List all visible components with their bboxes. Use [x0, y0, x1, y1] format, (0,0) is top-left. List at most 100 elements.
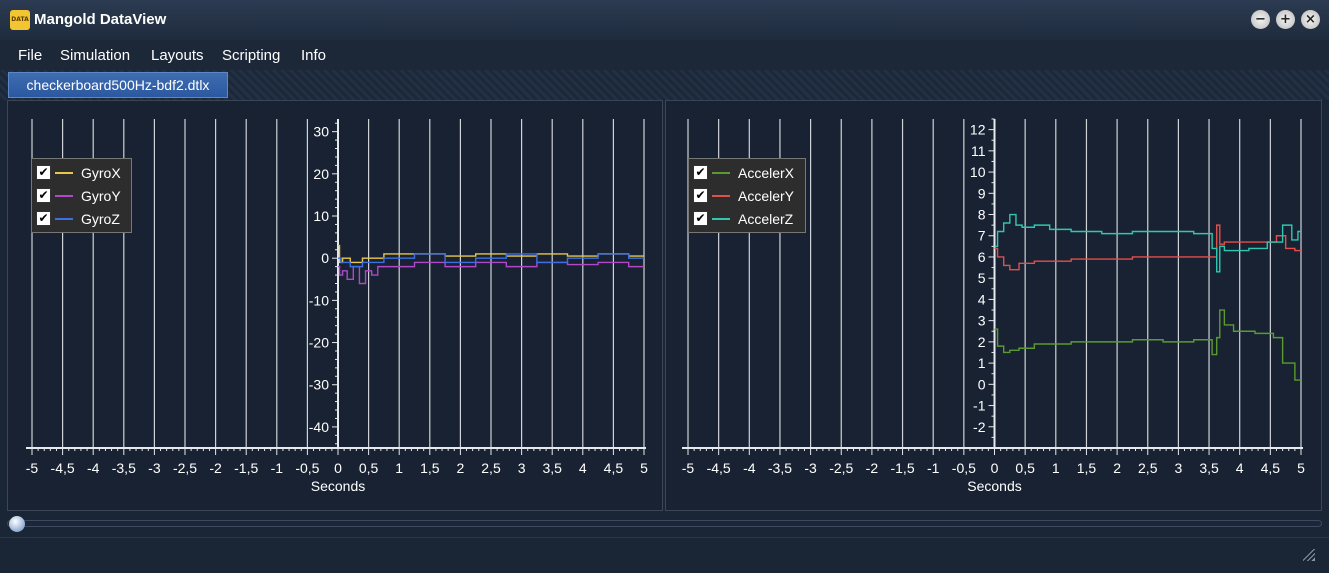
x-tick-label: 5 [1297, 460, 1305, 476]
x-tick-label: 1 [395, 460, 403, 476]
close-button[interactable]: × [1301, 10, 1320, 29]
x-tick-label: 3 [1175, 460, 1183, 476]
x-tick-label: -5 [682, 460, 695, 476]
y-tick-label: 3 [978, 313, 986, 329]
x-tick-label: 2 [457, 460, 465, 476]
legend-checkbox-gyroy[interactable]: ✔ [36, 188, 51, 203]
legend-item-gyroy[interactable]: ✔ GyroY [36, 184, 125, 207]
legend-swatch-accelery [712, 194, 730, 197]
window-title: Mangold DataView [34, 11, 167, 28]
x-tick-label: -2,5 [829, 460, 853, 476]
menu-file[interactable]: File [18, 46, 42, 66]
x-tick-label: 5 [640, 460, 648, 476]
menu-bar: File Simulation Layouts Scripting Info [0, 40, 1329, 70]
y-tick-label: 30 [313, 124, 329, 140]
y-tick-label: -20 [309, 335, 329, 351]
x-tick-label: 1 [1052, 460, 1060, 476]
legend-item-gyroz[interactable]: ✔ GyroZ [36, 207, 125, 230]
x-tick-label: 0 [334, 460, 342, 476]
x-axis-label: Seconds [311, 478, 365, 494]
legend-checkbox-accelerz[interactable]: ✔ [693, 211, 708, 226]
legend-item-accelerz[interactable]: ✔ AccelerZ [693, 207, 799, 230]
x-tick-label: 1,5 [1077, 460, 1097, 476]
legend-item-accelerx[interactable]: ✔ AccelerX [693, 161, 799, 184]
x-tick-label: -1 [927, 460, 940, 476]
y-tick-label: 2 [978, 334, 986, 350]
x-tick-label: -1,5 [890, 460, 914, 476]
menu-simulation[interactable]: Simulation [60, 46, 130, 66]
x-tick-label: 4 [1236, 460, 1244, 476]
x-tick-label: -3,5 [768, 460, 792, 476]
x-axis-label: Seconds [967, 478, 1021, 494]
menu-info[interactable]: Info [301, 46, 326, 66]
y-tick-label: 11 [971, 143, 986, 159]
legend-label-accelery: AccelerY [738, 187, 795, 204]
y-tick-label: 0 [978, 376, 986, 392]
app-icon: DATA VIEW [10, 10, 30, 30]
tab-document[interactable]: checkerboard500Hz-bdf2.dtlx [8, 72, 228, 98]
legend-checkbox-accelerx[interactable]: ✔ [693, 165, 708, 180]
x-tick-label: -4,5 [707, 460, 731, 476]
y-tick-label: 0 [321, 250, 329, 266]
x-tick-label: 4,5 [1261, 460, 1281, 476]
y-tick-label: -10 [309, 292, 329, 308]
y-tick-label: 10 [970, 164, 986, 180]
y-tick-label: 9 [978, 185, 986, 201]
y-tick-label: 12 [970, 122, 986, 138]
x-tick-label: 3,5 [1199, 460, 1219, 476]
legend-item-gyrox[interactable]: ✔ GyroX [36, 161, 125, 184]
gyro-legend: ✔ GyroX ✔ GyroY ✔ GyroZ [31, 158, 132, 233]
x-tick-label: -1 [271, 460, 284, 476]
x-tick-label: -2 [209, 460, 222, 476]
x-tick-label: 4 [579, 460, 587, 476]
x-tick-label: -3 [148, 460, 161, 476]
x-tick-label: 3,5 [542, 460, 562, 476]
y-tick-label: -30 [309, 377, 329, 393]
x-tick-label: -4 [87, 460, 100, 476]
y-tick-label: -40 [309, 419, 329, 435]
scrubber-thumb[interactable] [9, 516, 25, 532]
minimize-button[interactable]: − [1251, 10, 1270, 29]
y-tick-label: 4 [978, 291, 986, 307]
x-tick-label: 4,5 [604, 460, 624, 476]
legend-swatch-gyrox [55, 171, 73, 174]
y-tick-label: 6 [978, 249, 986, 265]
x-tick-label: 1,5 [420, 460, 440, 476]
x-tick-label: -4 [743, 460, 756, 476]
x-tick-label: -2 [866, 460, 879, 476]
timeline-scrubber[interactable] [7, 514, 1322, 534]
x-tick-label: -3 [804, 460, 817, 476]
legend-swatch-gyroy [55, 194, 73, 197]
x-tick-label: -0,5 [295, 460, 319, 476]
y-tick-label: 8 [978, 207, 986, 223]
y-tick-label: 5 [978, 270, 986, 286]
x-tick-label: -0,5 [952, 460, 976, 476]
y-tick-label: -1 [973, 398, 986, 414]
maximize-button[interactable]: + [1276, 10, 1295, 29]
title-bar: DATA VIEW Mangold DataView − + × [0, 0, 1329, 41]
gyro-chart-panel: -5 -4,5 -4 -3,5 -3 -2,5 -2 -1,5 -1 -0,5 0 0,5 1 1,5 2 2… [7, 100, 663, 511]
x-tick-label: 0,5 [359, 460, 379, 476]
legend-label-gyroz: GyroZ [81, 210, 120, 227]
y-tick-label: 20 [313, 166, 329, 182]
legend-swatch-accelerz [712, 217, 730, 220]
legend-item-accelery[interactable]: ✔ AccelerY [693, 184, 799, 207]
menu-scripting[interactable]: Scripting [222, 46, 280, 66]
x-tick-label: -5 [26, 460, 39, 476]
legend-label-accelerz: AccelerZ [738, 210, 794, 227]
x-tick-label: 3 [518, 460, 526, 476]
legend-label-gyroy: GyroY [81, 187, 121, 204]
x-tick-label: 0 [991, 460, 999, 476]
legend-checkbox-gyroz[interactable]: ✔ [36, 211, 51, 226]
y-tick-label: 10 [313, 208, 329, 224]
x-tick-label: -1,5 [234, 460, 258, 476]
x-tick-label: 0,5 [1015, 460, 1035, 476]
scrubber-track[interactable] [7, 520, 1322, 527]
x-tick-label: 2 [1113, 460, 1121, 476]
resize-grip-icon[interactable] [1303, 549, 1315, 561]
legend-checkbox-accelery[interactable]: ✔ [693, 188, 708, 203]
menu-layouts[interactable]: Layouts [151, 46, 204, 66]
x-tick-label: 2,5 [481, 460, 501, 476]
legend-checkbox-gyrox[interactable]: ✔ [36, 165, 51, 180]
legend-label-gyrox: GyroX [81, 164, 121, 181]
